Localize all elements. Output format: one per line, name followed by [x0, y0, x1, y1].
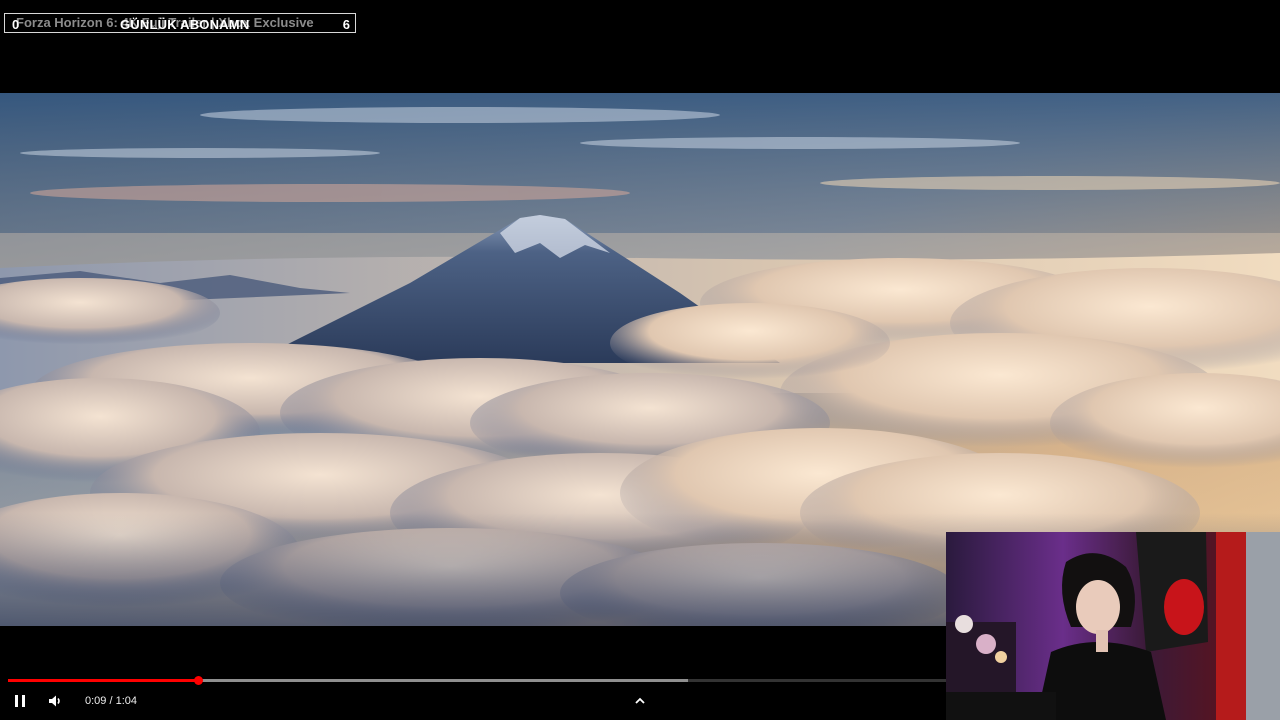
goal-label: GÜNLÜK ABONAMN: [120, 17, 250, 32]
expand-button[interactable]: [631, 693, 649, 709]
pause-button[interactable]: [12, 693, 30, 709]
seek-bar[interactable]: [8, 676, 946, 685]
played-range: [8, 679, 199, 682]
streamer-webcam-image: [946, 532, 1280, 720]
chevron-up-icon: [635, 697, 645, 704]
goal-target-count: 6: [342, 17, 350, 32]
volume-icon: [49, 695, 60, 707]
seek-scrubber-handle[interactable]: [194, 676, 204, 685]
time-display: 0:09 / 1:04: [85, 695, 137, 707]
pause-icon-bar: [22, 695, 25, 707]
subscriber-goal-widget: 0 GÜNLÜK ABONAMN 6: [4, 13, 356, 33]
goal-current-count: 0: [12, 17, 20, 32]
webcam-overlay: [946, 532, 1280, 720]
pause-icon: [15, 695, 18, 707]
screen: Forza Horizon 6: 4K Fuji Trailer | Xbox …: [0, 0, 1280, 720]
volume-button[interactable]: [46, 692, 64, 710]
